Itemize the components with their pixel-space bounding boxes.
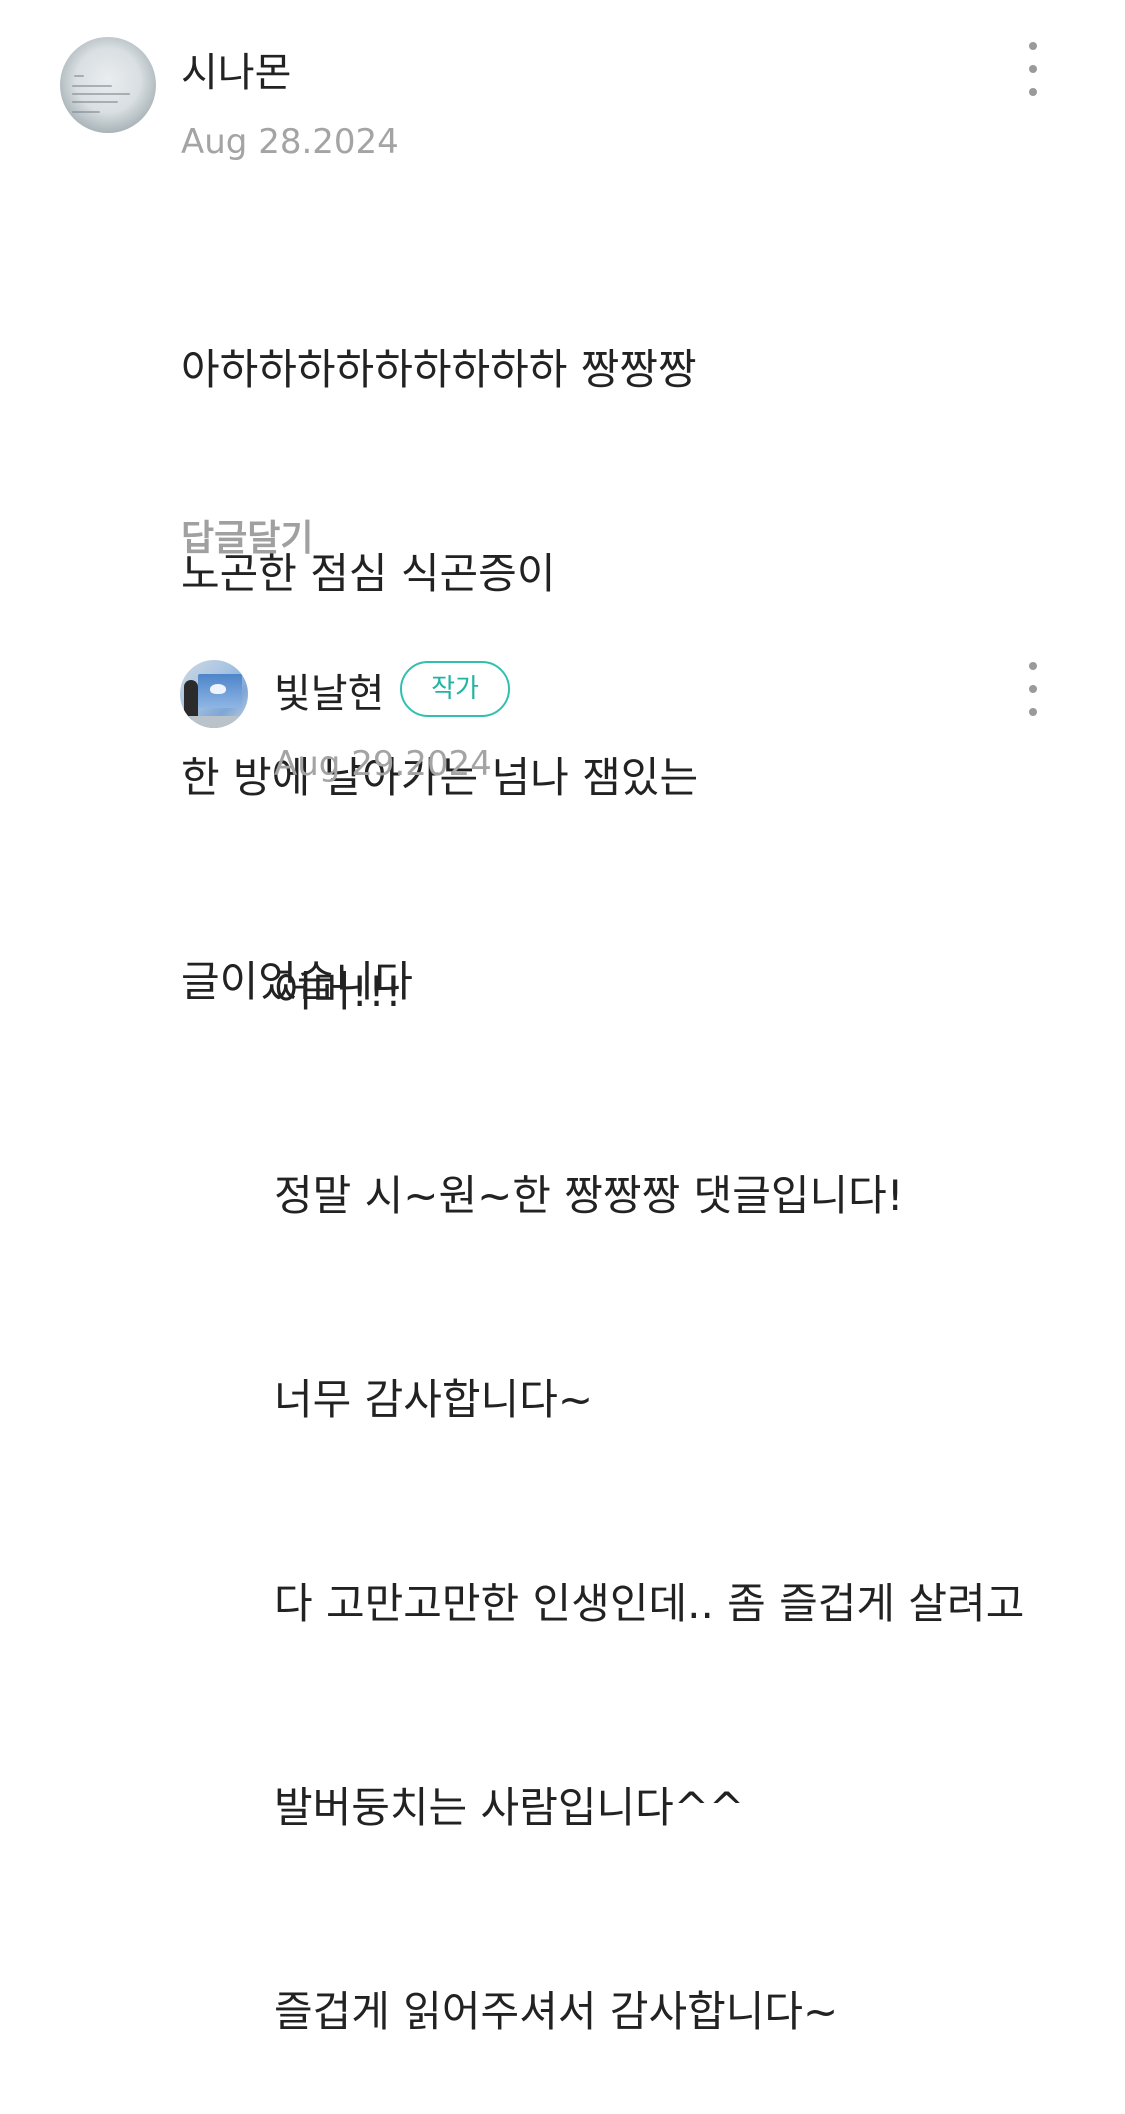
comment-date: Aug 28.2024 bbox=[181, 122, 399, 162]
menu-dot bbox=[1029, 708, 1037, 716]
comment-line: 다 고만고만한 인생인데.. 좀 즐겁게 살려고 bbox=[274, 1579, 1025, 1628]
comment-item: 시나몬 Aug 28.2024 아하하하하하하하하하 짱짱짱 노곤한 점심 식곤… bbox=[0, 0, 1125, 1006]
comment-body: 어머!!! 정말 시~원~한 짱짱짱 댓글입니다! 너무 감사합니다~ 다 고만… bbox=[274, 822, 1024, 2114]
avatar-image-detail bbox=[72, 101, 118, 103]
reply-button[interactable]: 답글달기 bbox=[181, 521, 313, 557]
avatar-image-detail bbox=[74, 75, 84, 77]
menu-dot bbox=[1029, 42, 1037, 50]
avatar[interactable] bbox=[180, 660, 248, 728]
comment-line: 어머!!! bbox=[274, 967, 402, 1016]
comment-author[interactable]: 빛날현 bbox=[274, 674, 384, 714]
more-vertical-icon[interactable] bbox=[1018, 38, 1048, 102]
avatar-image-detail bbox=[180, 716, 248, 728]
comment-date: Aug 29.2024 bbox=[274, 744, 492, 784]
avatar-image-detail bbox=[184, 680, 198, 720]
author-badge: 작가 bbox=[400, 661, 510, 717]
avatar[interactable] bbox=[60, 37, 156, 133]
menu-dot bbox=[1029, 65, 1037, 73]
comment-line: 정말 시~원~한 짱짱짱 댓글입니다! bbox=[274, 1171, 904, 1220]
avatar-image-detail bbox=[72, 111, 100, 113]
menu-dot bbox=[1029, 88, 1037, 96]
avatar-image-detail bbox=[72, 85, 112, 87]
more-vertical-icon[interactable] bbox=[1018, 658, 1048, 722]
menu-dot bbox=[1029, 685, 1037, 693]
comment-line: 즐겁게 읽어주셔서 감사합니다~ bbox=[274, 1987, 839, 2036]
comment-line: 너무 감사합니다~ bbox=[274, 1375, 594, 1424]
comment-line: 발버둥치는 사람입니다^^ bbox=[274, 1783, 745, 1832]
menu-dot bbox=[1029, 662, 1037, 670]
comment-line: 아하하하하하하하하하 짱짱짱 bbox=[181, 345, 697, 394]
avatar-image-detail bbox=[72, 93, 130, 95]
comment-author[interactable]: 시나몬 bbox=[181, 53, 291, 93]
avatar-image-detail bbox=[210, 684, 226, 694]
